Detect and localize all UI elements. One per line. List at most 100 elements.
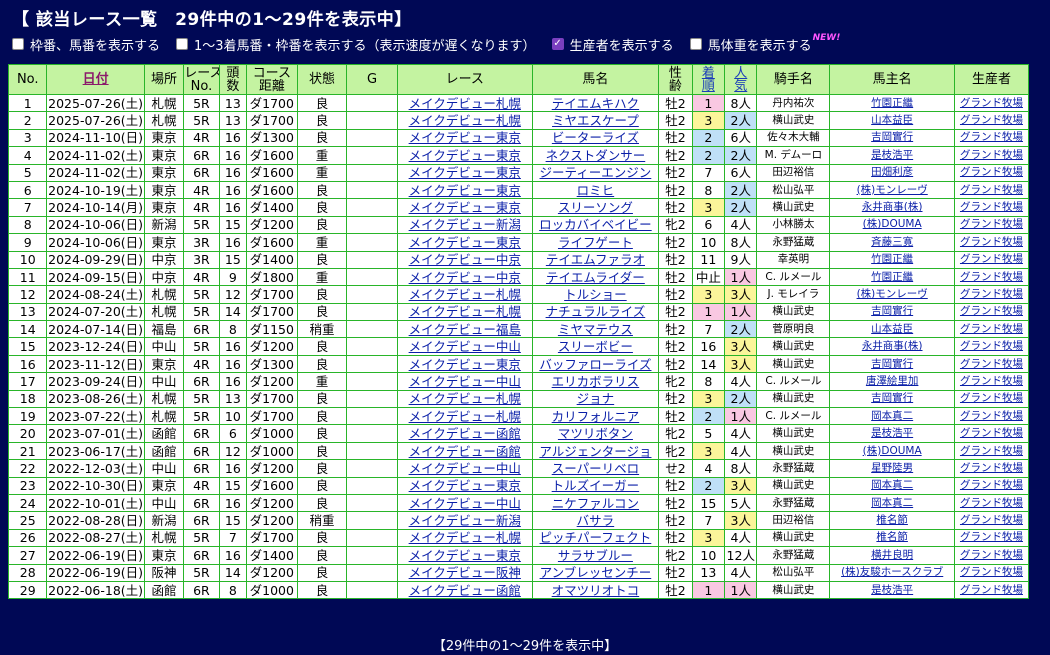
race-link[interactable]: メイクデビュー新潟 bbox=[409, 217, 521, 232]
breeder-link[interactable]: グランド牧場 bbox=[960, 410, 1023, 422]
race-link[interactable]: メイクデビュー中山 bbox=[409, 374, 521, 389]
race-link[interactable]: メイクデビュー東京 bbox=[409, 478, 521, 493]
race-link[interactable]: メイクデビュー福島 bbox=[409, 322, 521, 337]
horse-link[interactable]: アルジェンタージョ bbox=[539, 444, 651, 459]
breeder-link[interactable]: グランド牧場 bbox=[960, 97, 1023, 109]
breeder-link[interactable]: グランド牧場 bbox=[960, 288, 1023, 300]
horse-link[interactable]: ピッチパーフェクト bbox=[540, 530, 652, 545]
race-link[interactable]: メイクデビュー東京 bbox=[409, 130, 521, 145]
breeder-link[interactable]: グランド牧場 bbox=[960, 184, 1023, 196]
option-show-weight[interactable]: 馬体重を表示する NEW! bbox=[689, 33, 840, 54]
race-link[interactable]: メイクデビュー東京 bbox=[409, 235, 521, 250]
owner-link[interactable]: 唐澤絵里加 bbox=[866, 375, 919, 387]
owner-link[interactable]: 永井商事(株) bbox=[862, 201, 923, 213]
horse-link[interactable]: マツリボタン bbox=[558, 426, 633, 441]
owner-link[interactable]: (株)友駿ホースクラブ bbox=[841, 566, 943, 578]
breeder-link[interactable]: グランド牧場 bbox=[960, 149, 1023, 161]
owner-link[interactable]: 是枝浩平 bbox=[871, 427, 913, 439]
horse-link[interactable]: ビーターライズ bbox=[552, 130, 639, 145]
horse-link[interactable]: バサラ bbox=[577, 513, 615, 528]
owner-link[interactable]: 星野陸男 bbox=[871, 462, 913, 474]
breeder-link[interactable]: グランド牧場 bbox=[960, 375, 1023, 387]
horse-link[interactable]: オマツリオトコ bbox=[552, 583, 640, 598]
breeder-link[interactable]: グランド牧場 bbox=[960, 218, 1023, 230]
horse-link[interactable]: ニケファルコン bbox=[552, 496, 639, 511]
owner-link[interactable]: 山本益臣 bbox=[871, 323, 913, 335]
checkbox-breeder[interactable]: ✓ bbox=[551, 38, 564, 50]
owner-link[interactable]: 椎名節 bbox=[876, 514, 908, 526]
col-popularity[interactable]: 人気 bbox=[724, 64, 758, 95]
owner-link[interactable]: 吉岡實行 bbox=[871, 131, 913, 143]
breeder-link[interactable]: グランド牧場 bbox=[960, 166, 1023, 178]
horse-link[interactable]: ロッカバイベイビー bbox=[539, 217, 652, 232]
breeder-link[interactable]: グランド牧場 bbox=[960, 497, 1023, 509]
breeder-link[interactable]: グランド牧場 bbox=[960, 514, 1023, 526]
checkbox-weight[interactable] bbox=[689, 38, 702, 50]
owner-link[interactable]: 是枝浩平 bbox=[871, 149, 913, 161]
horse-link[interactable]: サラサブルー bbox=[558, 548, 633, 563]
horse-link[interactable]: テイエムキハク bbox=[552, 96, 639, 111]
owner-link[interactable]: 竹園正繼 bbox=[871, 271, 913, 283]
race-link[interactable]: メイクデビュー札幌 bbox=[409, 96, 521, 111]
horse-link[interactable]: スーパーリベロ bbox=[552, 461, 639, 476]
owner-link[interactable]: (株)DOUMA bbox=[863, 218, 922, 230]
race-link[interactable]: メイクデビュー函館 bbox=[409, 426, 521, 441]
horse-link[interactable]: ロミヒ bbox=[577, 183, 615, 198]
owner-link[interactable]: 竹園正繼 bbox=[871, 97, 913, 109]
breeder-link[interactable]: グランド牧場 bbox=[960, 340, 1023, 352]
race-link[interactable]: メイクデビュー東京 bbox=[409, 148, 521, 163]
race-link[interactable]: メイクデビュー東京 bbox=[409, 357, 521, 372]
breeder-link[interactable]: グランド牧場 bbox=[960, 201, 1023, 213]
race-link[interactable]: メイクデビュー新潟 bbox=[409, 513, 521, 528]
checkbox-top3[interactable] bbox=[176, 38, 189, 50]
owner-link[interactable]: 横井良明 bbox=[871, 549, 913, 561]
breeder-link[interactable]: グランド牧場 bbox=[960, 131, 1023, 143]
breeder-link[interactable]: グランド牧場 bbox=[960, 531, 1023, 543]
horse-link[interactable]: ライフゲート bbox=[558, 235, 633, 250]
owner-link[interactable]: 吉岡實行 bbox=[871, 305, 913, 317]
horse-link[interactable]: バッファローライズ bbox=[539, 357, 651, 372]
horse-link[interactable]: トルショー bbox=[564, 287, 627, 302]
race-link[interactable]: メイクデビュー函館 bbox=[409, 444, 521, 459]
horse-link[interactable]: ジーティーエンジン bbox=[540, 165, 652, 180]
col-date[interactable]: 日付 bbox=[46, 64, 145, 95]
breeder-link[interactable]: グランド牧場 bbox=[960, 479, 1023, 491]
horse-link[interactable]: テイエムファラオ bbox=[546, 252, 645, 267]
owner-link[interactable]: (株)モンレーヴ bbox=[857, 288, 928, 300]
horse-link[interactable]: エリカボラリス bbox=[552, 374, 640, 389]
breeder-link[interactable]: グランド牧場 bbox=[960, 584, 1023, 596]
race-link[interactable]: メイクデビュー東京 bbox=[409, 165, 521, 180]
breeder-link[interactable]: グランド牧場 bbox=[960, 566, 1023, 578]
owner-link[interactable]: 山本益臣 bbox=[871, 114, 913, 126]
breeder-link[interactable]: グランド牧場 bbox=[960, 323, 1023, 335]
owner-link[interactable]: 吉岡實行 bbox=[871, 392, 913, 404]
horse-link[interactable]: カリフォルニア bbox=[552, 409, 640, 424]
race-link[interactable]: メイクデビュー札幌 bbox=[409, 113, 521, 128]
race-link[interactable]: メイクデビュー函館 bbox=[409, 583, 521, 598]
horse-link[interactable]: ネクストダンサー bbox=[546, 148, 646, 163]
race-link[interactable]: メイクデビュー東京 bbox=[409, 200, 521, 215]
owner-link[interactable]: 斉藤三寛 bbox=[871, 236, 913, 248]
option-show-frame-number[interactable]: 枠番、馬番を表示する bbox=[12, 35, 160, 54]
race-link[interactable]: メイクデビュー札幌 bbox=[409, 304, 521, 319]
race-link[interactable]: メイクデビュー中京 bbox=[409, 270, 521, 285]
breeder-link[interactable]: グランド牧場 bbox=[960, 236, 1023, 248]
owner-link[interactable]: 岡本真二 bbox=[871, 497, 913, 509]
owner-link[interactable]: 永井商事(株) bbox=[862, 340, 923, 352]
horse-link[interactable]: ミヤエスケープ bbox=[552, 113, 639, 128]
horse-link[interactable]: ジョナ bbox=[577, 391, 615, 406]
breeder-link[interactable]: グランド牧場 bbox=[960, 253, 1023, 265]
horse-link[interactable]: スリーボビー bbox=[558, 339, 633, 354]
horse-link[interactable]: トルズイーガー bbox=[552, 478, 640, 493]
horse-link[interactable]: ミヤマテウス bbox=[558, 322, 633, 337]
option-show-breeder[interactable]: ✓ 生産者を表示する bbox=[551, 35, 674, 54]
owner-link[interactable]: 椎名節 bbox=[876, 531, 908, 543]
race-link[interactable]: メイクデビュー中山 bbox=[409, 339, 521, 354]
race-link[interactable]: メイクデビュー中山 bbox=[409, 496, 521, 511]
race-link[interactable]: メイクデビュー東京 bbox=[409, 548, 521, 563]
race-link[interactable]: メイクデビュー阪神 bbox=[409, 565, 521, 580]
race-link[interactable]: メイクデビュー札幌 bbox=[409, 287, 521, 302]
owner-link[interactable]: 吉岡實行 bbox=[871, 358, 913, 370]
horse-link[interactable]: ナチュラルライズ bbox=[546, 304, 646, 319]
owner-link[interactable]: 竹園正繼 bbox=[871, 253, 913, 265]
